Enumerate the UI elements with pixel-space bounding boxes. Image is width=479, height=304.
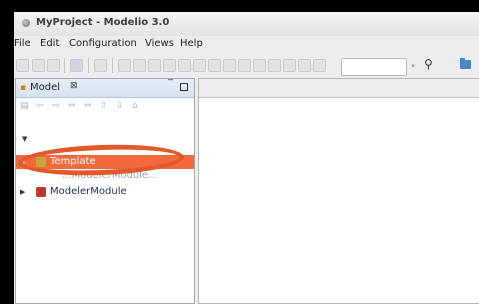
tools-icon[interactable] (70, 59, 83, 72)
diagram-icon-12[interactable] (283, 59, 296, 72)
diagram-icon-8[interactable] (223, 59, 236, 72)
model-tab-icon: ▪ (20, 83, 27, 93)
sync-icon[interactable]: ⇔ (84, 101, 92, 111)
editor-header (199, 79, 479, 98)
home-icon[interactable]: ⌂ (132, 101, 138, 111)
collapsed-twisty-icon[interactable]: ▶ (20, 188, 25, 196)
search-combo-input[interactable] (341, 58, 407, 76)
model-panel-toolbar: ▤ ⇦ ⇨ ⇔ ⇔ ⇧ ⇩ ⌂ (16, 98, 194, 114)
redo-icon[interactable] (47, 59, 60, 72)
highlight-annotation-ring (17, 142, 185, 178)
tree-label-modelermodule[interactable]: ModelerModule (50, 186, 127, 197)
title-bar: MyProject - Modelio 3.0 (14, 12, 479, 36)
diagram-icon-13[interactable] (298, 59, 311, 72)
collapse-all-icon[interactable]: ▤ (20, 101, 29, 111)
diagram-icon-2[interactable] (133, 59, 146, 72)
menu-file[interactable]: File (14, 38, 31, 49)
diagram-icon-9[interactable] (238, 59, 251, 72)
menu-configuration[interactable]: Configuration (69, 38, 137, 49)
diagram-icon-1[interactable] (118, 59, 131, 72)
chevron-down-icon[interactable]: ▾ (408, 59, 418, 73)
diagram-icon-5[interactable] (178, 59, 191, 72)
window-control-icon[interactable] (22, 19, 30, 27)
down-arrow-icon[interactable]: ⇩ (116, 101, 124, 111)
diagram-icon-10[interactable] (253, 59, 266, 72)
editor-area (198, 78, 479, 304)
up-arrow-icon[interactable]: ⇧ (100, 101, 108, 111)
undo-icon[interactable] (32, 59, 45, 72)
binoculars-icon[interactable]: ⚲ (424, 57, 433, 71)
toolbar-separator (112, 58, 113, 73)
diagram-icon-4[interactable] (163, 59, 176, 72)
model-panel: ▪ Model ⊠ ‾ ▤ ⇦ ⇨ ⇔ ⇔ ⇧ ⇩ ⌂ ▼ ▶ Template… (15, 78, 195, 304)
back-arrow-icon[interactable]: ⇦ (36, 101, 44, 111)
lightbulb-icon[interactable] (94, 59, 107, 72)
diagram-icon-14[interactable] (313, 59, 326, 72)
module-node-icon (36, 187, 46, 197)
menu-help[interactable]: Help (180, 38, 203, 49)
forward-arrow-icon[interactable]: ⇨ (52, 101, 60, 111)
toolbar-separator (88, 58, 89, 73)
window-title: MyProject - Modelio 3.0 (36, 17, 170, 28)
menu-edit[interactable]: Edit (40, 38, 59, 49)
menu-views[interactable]: Views (145, 38, 174, 49)
main-toolbar: ▾ ⚲ (14, 54, 479, 78)
model-panel-header: ▪ Model ⊠ ‾ (16, 79, 194, 98)
expanded-twisty-icon[interactable]: ▼ (22, 135, 27, 143)
minimize-icon[interactable]: ‾ (168, 79, 173, 90)
folder-icon[interactable] (460, 58, 471, 69)
tab-model[interactable]: Model (30, 82, 60, 93)
menu-bar: File Edit Configuration Views Help (14, 36, 479, 53)
diagram-icon-11[interactable] (268, 59, 281, 72)
diagram-icon-7[interactable] (208, 59, 221, 72)
maximize-icon[interactable] (180, 83, 188, 91)
diagram-icon-3[interactable] (148, 59, 161, 72)
application-window: MyProject - Modelio 3.0 File Edit Config… (14, 12, 479, 304)
diagram-icon-6[interactable] (193, 59, 206, 72)
link-icon[interactable]: ⇔ (68, 101, 76, 111)
close-icon[interactable]: ⊠ (70, 81, 78, 91)
toolbar-separator (64, 58, 65, 73)
model-tree: ▼ ▶ Template ...ModelerModule... ▶ Model… (16, 115, 194, 304)
save-icon[interactable] (16, 59, 29, 72)
